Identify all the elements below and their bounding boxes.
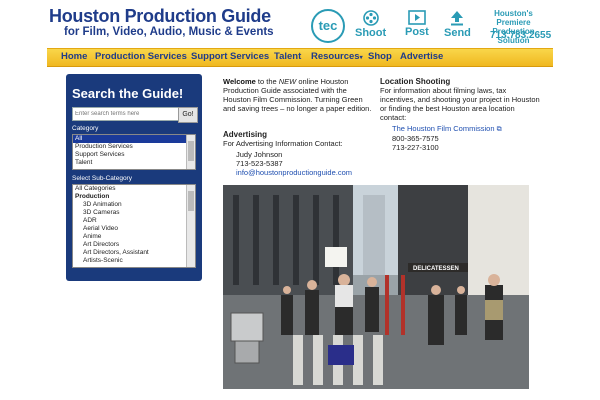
upload-icon xyxy=(451,11,464,26)
list-item[interactable]: All xyxy=(73,135,195,143)
welcome-section: Welcome to the NEW online Houston Produc… xyxy=(223,77,373,113)
post-label: Post xyxy=(405,26,429,38)
nav-home[interactable]: Home xyxy=(61,51,87,62)
list-item[interactable]: Anime xyxy=(73,233,195,241)
go-button[interactable]: Go! xyxy=(178,107,198,123)
list-item[interactable]: All Categories xyxy=(73,185,195,193)
category-scrollbar[interactable] xyxy=(186,135,195,169)
contact-phone: 713-523-5387 xyxy=(236,159,283,168)
site-header: Houston Production Guide for Film, Video… xyxy=(0,0,600,48)
advertising-title: Advertising xyxy=(223,130,268,139)
send-link[interactable]: Send xyxy=(444,10,471,39)
send-label: Send xyxy=(444,27,471,39)
header-phone: 713.783.2655 xyxy=(490,30,552,41)
search-input[interactable] xyxy=(72,107,180,121)
film-reel-icon xyxy=(362,10,379,26)
nav-resources[interactable]: Resources▾ xyxy=(311,51,363,62)
post-link[interactable]: Post xyxy=(405,10,429,38)
chevron-down-icon: ▾ xyxy=(359,55,363,61)
list-item[interactable]: 3D Animation xyxy=(73,201,195,209)
tagline-line-1: Houston's Premiere xyxy=(494,9,533,27)
list-item[interactable]: Aerial Video xyxy=(73,225,195,233)
nav-shop[interactable]: Shop xyxy=(368,51,392,62)
list-item[interactable]: Talent xyxy=(73,159,195,167)
site-title[interactable]: Houston Production Guide xyxy=(49,6,271,27)
film-commission-row: The Houston Film Commission ⧉ xyxy=(392,124,540,134)
scroll-thumb[interactable] xyxy=(188,141,194,161)
subcategory-scrollbar[interactable] xyxy=(186,185,195,267)
welcome-bold: Welcome xyxy=(223,77,256,86)
shoot-link[interactable]: Shoot xyxy=(355,10,386,39)
advertising-section: Advertising For Advertising Information … xyxy=(223,130,373,177)
film-commission-link[interactable]: The Houston Film Commission xyxy=(392,124,495,133)
list-item[interactable]: Support Services xyxy=(73,151,195,159)
welcome-text: Welcome to the NEW online Houston Produc… xyxy=(223,77,373,113)
scroll-thumb[interactable] xyxy=(188,191,194,211)
subcategory-label: Select Sub-Category xyxy=(72,175,132,182)
category-label: Category xyxy=(72,125,99,132)
tec-logo[interactable]: tec xyxy=(311,9,345,43)
site-subtitle: for Film, Video, Audio, Music & Events xyxy=(64,26,274,38)
main-nav: Home Production Services Support Service… xyxy=(47,48,553,67)
contact-name: Judy Johnson xyxy=(236,150,283,159)
commission-phone-1: 800-365-7575 xyxy=(392,134,439,143)
welcome-new: NEW xyxy=(278,77,297,86)
nav-production-services[interactable]: Production Services xyxy=(95,51,187,62)
location-contact: The Houston Film Commission ⧉ 800-365-75… xyxy=(380,124,540,152)
advertising-subtitle: For Advertising Information Contact: xyxy=(223,139,343,148)
deli-sign: DELICATESSEN xyxy=(413,266,459,272)
location-section: Location Shooting For information about … xyxy=(380,77,540,152)
list-item[interactable]: 3D Cameras xyxy=(73,209,195,217)
list-item[interactable]: ADR xyxy=(73,217,195,225)
contact-email-link[interactable]: info@houstonproductionguide.com xyxy=(236,168,373,177)
location-text: For information about filming laws, tax … xyxy=(380,86,540,122)
nav-support-services[interactable]: Support Services xyxy=(191,51,269,62)
shoot-label: Shoot xyxy=(355,27,387,39)
external-link-icon: ⧉ xyxy=(496,126,502,133)
subcategory-select[interactable]: All Categories Production 3D Animation 3… xyxy=(72,184,196,268)
list-item[interactable]: Art Directors xyxy=(73,241,195,249)
list-group-label: Production xyxy=(75,193,110,200)
list-item[interactable]: Production Services xyxy=(73,143,195,151)
nav-advertise[interactable]: Advertise xyxy=(400,51,443,62)
list-item[interactable]: Artists-Scenic xyxy=(73,257,195,265)
play-icon xyxy=(408,10,426,25)
nav-talent[interactable]: Talent xyxy=(274,51,301,62)
film-set-photo: DELICATESSEN xyxy=(223,185,529,389)
search-panel-title: Search the Guide! xyxy=(72,86,184,101)
welcome-text-1: to the xyxy=(257,77,277,86)
film-set-illustration: DELICATESSEN xyxy=(223,185,529,389)
category-select[interactable]: All Production Services Support Services… xyxy=(72,134,196,170)
list-item[interactable]: Art Directors, Assistant xyxy=(73,249,195,257)
location-title: Location Shooting xyxy=(380,77,451,86)
search-panel: Search the Guide! Go! Category All Produ… xyxy=(66,74,202,281)
nav-resources-label: Resources xyxy=(311,51,360,62)
commission-phone-2: 713-227-3100 xyxy=(392,143,439,152)
advertising-contact: Judy Johnson 713-523-5387 info@houstonpr… xyxy=(223,150,373,177)
